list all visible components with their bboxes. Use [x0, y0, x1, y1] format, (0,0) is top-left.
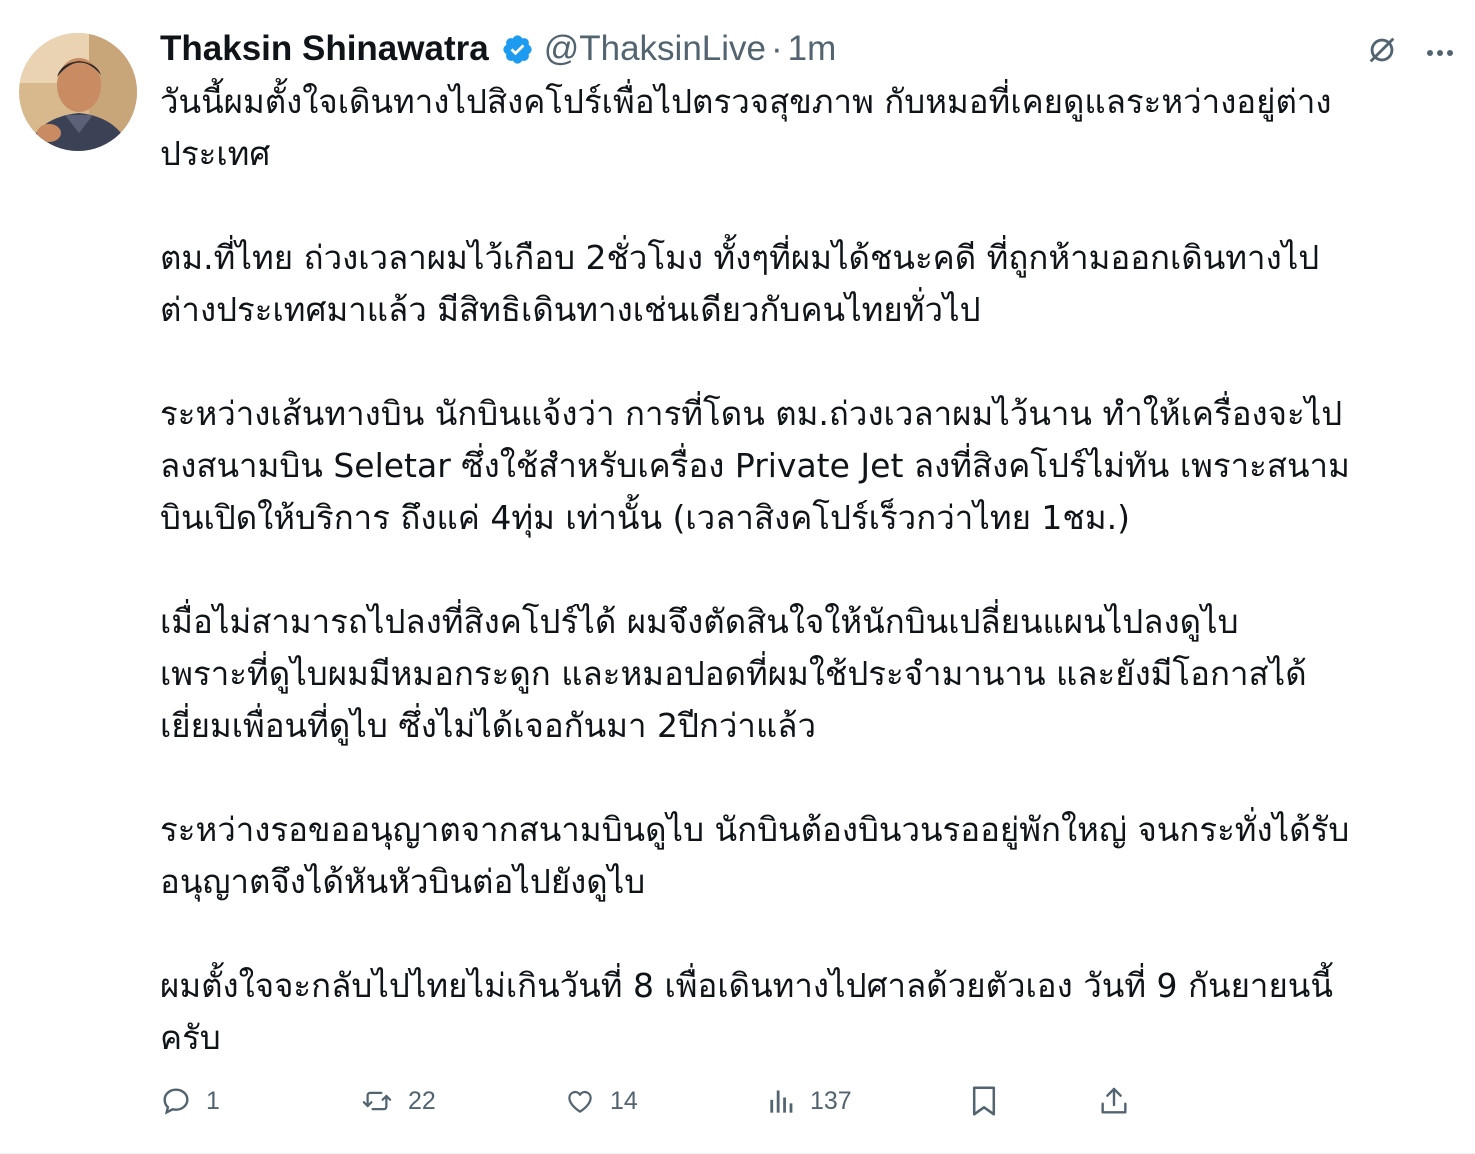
- author-name[interactable]: Thaksin Shinawatra: [160, 29, 489, 69]
- tweet-header: Thaksin Shinawatra @ThaksinLive · 1m: [160, 26, 836, 72]
- reply-count: 1: [206, 1086, 220, 1115]
- reply-button[interactable]: 1: [160, 1078, 220, 1124]
- heart-icon: [568, 1090, 592, 1113]
- header-actions: [1365, 33, 1455, 71]
- retweet-button[interactable]: 22: [360, 1078, 436, 1124]
- bookmark-button[interactable]: [970, 1078, 998, 1124]
- reply-icon: [163, 1088, 189, 1115]
- avatar[interactable]: [19, 33, 137, 151]
- tweet-paragraph: วันนี้ผมตั้งใจเดินทางไปสิงคโปร์เพื่อไปตร…: [160, 82, 1332, 173]
- slash-circle-icon[interactable]: [1365, 33, 1399, 71]
- views-button[interactable]: 137: [768, 1078, 852, 1124]
- tweet-timestamp[interactable]: 1m: [788, 29, 837, 69]
- retweet-icon: [362, 1091, 392, 1111]
- verified-badge-icon: [501, 33, 534, 66]
- separator-dot: ·: [771, 29, 783, 68]
- share-button[interactable]: [1098, 1078, 1130, 1124]
- author-handle[interactable]: @ThaksinLive: [544, 29, 766, 69]
- tweet-paragraph: ระหว่างเส้นทางบิน นักบินแจ้งว่า การที่โด…: [160, 394, 1350, 537]
- tweet-text: วันนี้ผมตั้งใจเดินทางไปสิงคโปร์เพื่อไปตร…: [160, 76, 1460, 1064]
- tweet-paragraph: ตม.ที่ไทย ถ่วงเวลาผมไว้เกือบ 2ชั่วโมง ทั…: [160, 238, 1320, 329]
- share-icon: [1101, 1087, 1127, 1114]
- views-count: 137: [810, 1086, 852, 1115]
- like-button[interactable]: 14: [564, 1078, 638, 1124]
- tweet-paragraph: ผมตั้งใจจะกลับไปไทยไม่เกินวันที่ 8 เพื่อ…: [160, 966, 1333, 1057]
- views-icon: [770, 1090, 793, 1113]
- tweet-paragraph: เมื่อไม่สามารถไปลงที่สิงคโปร์ได้ ผมจึงตั…: [160, 602, 1307, 745]
- retweet-count: 22: [408, 1086, 436, 1115]
- like-count: 14: [610, 1086, 638, 1115]
- bookmark-icon: [972, 1086, 996, 1116]
- tweet-paragraph: ระหว่างรอขออนุญาตจากสนามบินดูไบ นักบินต้…: [160, 810, 1350, 901]
- avatar-image: [19, 33, 137, 151]
- more-dots-icon[interactable]: [1425, 43, 1455, 62]
- tweet-action-bar: 1 22 14 137: [0, 1078, 1475, 1124]
